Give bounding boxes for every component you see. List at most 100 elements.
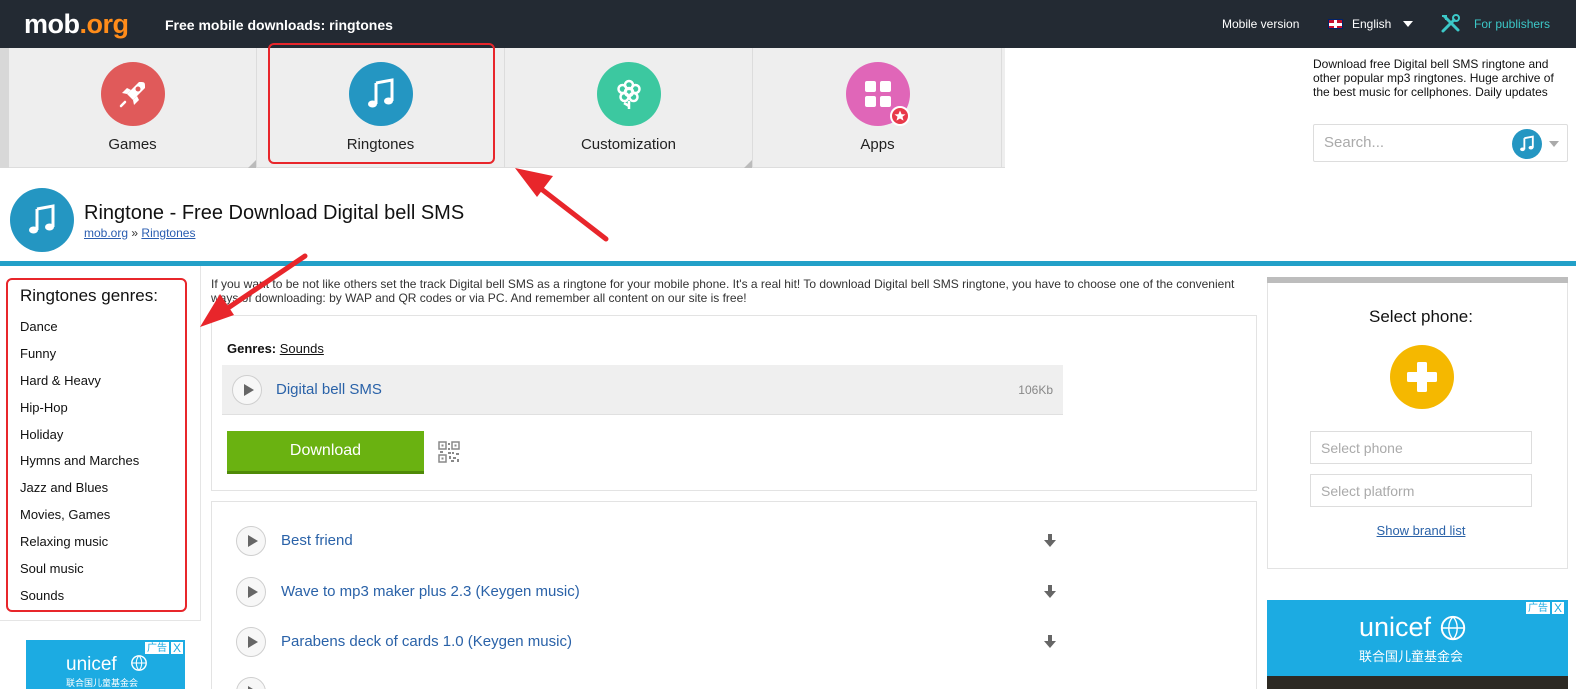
download-arrow-icon[interactable]: [1044, 534, 1056, 548]
uk-flag-icon: [1328, 19, 1343, 29]
rocket-icon: [119, 82, 145, 108]
ad-close-button[interactable]: X: [170, 641, 184, 655]
site-description: Download free Digital bell SMS ringtone …: [1313, 57, 1554, 99]
search-category-button[interactable]: [1512, 129, 1542, 159]
category-customization-badge: [596, 62, 661, 126]
download-button[interactable]: Download: [227, 431, 424, 474]
page-ringtone-icon: [10, 188, 74, 252]
corner-marker: [248, 160, 256, 168]
logo-main: mob: [24, 9, 80, 39]
genre-link[interactable]: Jazz and Blues: [20, 479, 139, 506]
play-icon[interactable]: [236, 526, 266, 556]
play-icon[interactable]: [236, 677, 266, 689]
select-phone-title: Select phone:: [1369, 307, 1473, 326]
show-brand-list-link[interactable]: Show brand list: [1267, 523, 1575, 538]
category-games[interactable]: Games: [9, 48, 257, 168]
genre-link[interactable]: Dance: [20, 318, 139, 345]
play-icon[interactable]: [232, 375, 262, 405]
track-player-row: Digital bell SMS 106Kb: [222, 365, 1063, 415]
download-arrow-icon[interactable]: [1044, 635, 1056, 649]
site-tagline: Free mobile downloads: ringtones: [165, 17, 393, 33]
music-note-icon: [29, 204, 55, 234]
related-track-name[interactable]: Parabens deck of cards 1.0 (Keygen music…: [281, 633, 572, 650]
corner-marker: [744, 160, 752, 168]
genres-label: Genres:: [227, 341, 277, 356]
category-games-label: Games: [108, 136, 157, 153]
apps-grid-icon: [864, 81, 891, 107]
track-size: 106Kb: [1018, 383, 1053, 397]
for-publishers-link[interactable]: For publishers: [1440, 14, 1550, 34]
genre-link[interactable]: Funny: [20, 345, 139, 372]
breadcrumb-home-link[interactable]: mob.org: [84, 226, 128, 240]
mobile-version-link[interactable]: Mobile version: [1222, 17, 1299, 31]
ad-brand: unicef: [66, 654, 117, 675]
genre-link[interactable]: Movies, Games: [20, 506, 139, 533]
nav-strip: [0, 48, 9, 168]
ad-brand: unicef: [1359, 612, 1432, 642]
breadcrumb-separator: »: [131, 226, 139, 240]
genre-list: Dance Funny Hard & Heavy Hip-Hop Holiday…: [20, 318, 139, 614]
top-bar: mob.org Free mobile downloads: ringtones…: [0, 0, 1576, 48]
related-track-name[interactable]: Wave to mp3 maker plus 2.3 (Keygen music…: [281, 583, 580, 600]
genre-link[interactable]: Sounds: [20, 587, 139, 614]
add-phone-button[interactable]: [1390, 345, 1454, 409]
genre-sounds-link[interactable]: Sounds: [280, 341, 324, 356]
chevron-down-icon[interactable]: [1549, 141, 1559, 147]
related-track: Wave to mp3 maker plus 2.3 (Keygen music…: [236, 577, 1076, 607]
plus-icon: [1407, 362, 1437, 392]
chevron-down-icon: [1403, 21, 1414, 27]
annotation-highlight-ringtones: [268, 43, 495, 164]
track-name: Digital bell SMS: [276, 381, 382, 398]
related-track: Parabens deck of cards 1.0 (Keygen music…: [236, 627, 1076, 657]
category-customization[interactable]: Customization: [505, 48, 753, 168]
ad-label: 广告: [1525, 601, 1551, 615]
star-badge-icon: [889, 106, 910, 126]
annotation-arrow-ringtones: [515, 168, 609, 242]
site-logo[interactable]: mob.org: [24, 9, 129, 40]
play-icon[interactable]: [236, 627, 266, 657]
publishers-label: For publishers: [1474, 17, 1551, 31]
genre-link[interactable]: Holiday: [20, 426, 139, 453]
download-arrow-icon[interactable]: [1044, 585, 1056, 599]
category-nav: Games Ringtones Customization Apps: [0, 48, 1005, 168]
genre-link[interactable]: Relaxing music: [20, 533, 139, 560]
category-apps[interactable]: Apps: [754, 48, 1002, 168]
breadcrumb-ringtones-link[interactable]: Ringtones: [141, 226, 195, 240]
ad-image-strip: [1267, 676, 1568, 689]
related-track: Best friend: [236, 526, 1076, 556]
left-ad-banner[interactable]: unicef 联合国儿童基金会 广告 X: [26, 640, 185, 689]
search-box: [1313, 124, 1568, 162]
related-track: [236, 677, 1076, 689]
select-phone-input[interactable]: [1310, 431, 1532, 464]
play-icon[interactable]: [236, 577, 266, 607]
ringtone-intro-text: If you want to be not like others set th…: [211, 277, 1235, 305]
ad-close-button[interactable]: X: [1551, 601, 1565, 615]
ad-subtitle: 联合国儿童基金会: [1359, 649, 1464, 664]
qr-code-icon[interactable]: [438, 441, 460, 463]
genre-link[interactable]: Hard & Heavy: [20, 372, 139, 399]
language-selector[interactable]: English: [1328, 17, 1414, 31]
genres-title: Ringtones genres:: [20, 286, 158, 305]
genre-link[interactable]: Hymns and Marches: [20, 452, 139, 479]
ad-label: 广告: [144, 641, 170, 655]
tools-icon: [1441, 14, 1460, 33]
related-track-name[interactable]: Best friend: [281, 532, 353, 549]
unicef-globe-icon: [131, 655, 147, 671]
music-note-icon: [1520, 135, 1534, 152]
category-games-badge: [100, 62, 165, 126]
language-label: English: [1352, 17, 1392, 31]
breadcrumb: mob.org » Ringtones: [84, 226, 195, 240]
track-genres: Genres: Sounds: [227, 341, 324, 356]
search-input[interactable]: [1324, 134, 1504, 151]
flower-icon: [616, 79, 641, 109]
page-title: Ringtone - Free Download Digital bell SM…: [84, 202, 465, 224]
select-platform-input[interactable]: [1310, 474, 1532, 507]
category-apps-label: Apps: [860, 136, 895, 153]
genre-link[interactable]: Soul music: [20, 560, 139, 587]
right-ad-banner[interactable]: unicef 联合国儿童基金会 广告 X: [1267, 600, 1568, 689]
genre-link[interactable]: Hip-Hop: [20, 399, 139, 426]
logo-tld: .org: [79, 9, 130, 39]
ad-subtitle: 联合国儿童基金会: [66, 678, 139, 688]
category-apps-badge: [845, 62, 910, 126]
unicef-globe-icon: [1440, 615, 1466, 641]
